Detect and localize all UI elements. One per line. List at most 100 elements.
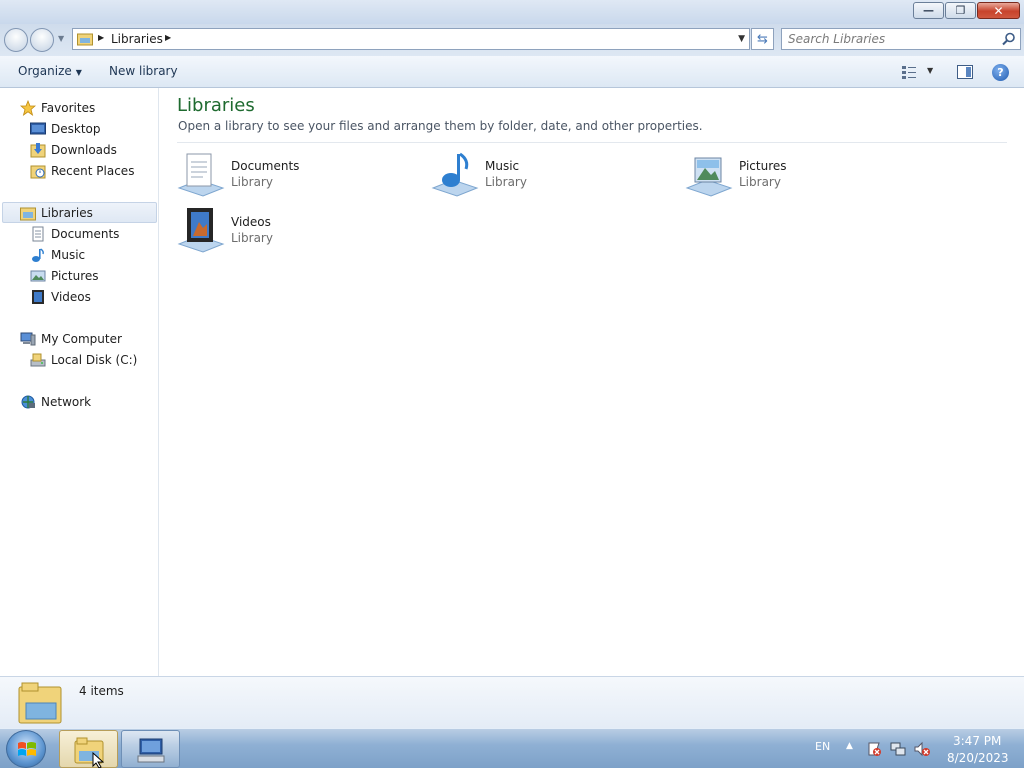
clock-time[interactable]: 3:47 PM: [953, 734, 1001, 748]
sidebar-item-libraries[interactable]: Libraries: [2, 202, 157, 223]
library-name: Documents: [231, 159, 300, 173]
sidebar-item-music[interactable]: Music: [30, 244, 85, 265]
sidebar-item-documents[interactable]: Documents: [30, 223, 119, 244]
documents-library-icon: [177, 153, 225, 197]
organize-button[interactable]: Organize ▼: [18, 64, 82, 78]
sidebar-item-network[interactable]: Network: [20, 391, 91, 412]
desktop-icon: [30, 122, 46, 134]
sidebar-item-label: Network: [41, 394, 92, 409]
recent-places-icon: [30, 165, 46, 178]
music-library-icon: [431, 152, 479, 197]
sidebar-item-favorites[interactable]: Favorites: [20, 97, 95, 118]
library-tile-documents[interactable]: Documents Library: [177, 150, 417, 202]
downloads-icon: [30, 142, 46, 157]
library-tile-pictures[interactable]: Pictures Library: [685, 150, 925, 202]
breadcrumb-root-arrow[interactable]: ▶: [98, 33, 104, 42]
library-tile-videos[interactable]: Videos Library: [177, 206, 417, 258]
videos-icon: [32, 289, 44, 304]
library-type: Library: [739, 175, 781, 189]
libraries-icon: [20, 207, 36, 220]
maximize-button[interactable]: ❐: [945, 2, 976, 19]
forward-button[interactable]: [30, 28, 54, 52]
window-controls: — ❐ ✕: [912, 2, 1020, 19]
library-type: Library: [231, 175, 273, 189]
start-button[interactable]: [6, 730, 46, 768]
sidebar-item-label: Videos: [51, 289, 91, 304]
sidebar-item-label: Local Disk (C:): [51, 352, 138, 367]
sidebar-item-pictures[interactable]: Pictures: [30, 265, 99, 286]
address-bar[interactable]: ▶ Libraries ▶ ▼: [72, 28, 750, 50]
help-button[interactable]: ?: [992, 64, 1009, 81]
recent-pages-dropdown[interactable]: ▼: [58, 34, 64, 43]
minimize-button[interactable]: —: [913, 2, 944, 19]
sidebar-item-downloads[interactable]: Downloads: [30, 139, 117, 160]
music-icon: [32, 247, 44, 262]
close-icon: ✕: [993, 3, 1004, 18]
show-hidden-icons-icon[interactable]: ▲: [846, 741, 853, 751]
network-icon: [21, 395, 35, 408]
close-button[interactable]: ✕: [977, 2, 1020, 19]
library-type: Library: [231, 231, 273, 245]
preview-pane-button[interactable]: [957, 65, 973, 79]
sidebar-item-local-disk[interactable]: Local Disk (C:): [30, 349, 137, 370]
libraries-icon: [18, 682, 62, 724]
views-dropdown-icon[interactable]: ▼: [927, 66, 933, 75]
sidebar-item-label: Recent Places: [51, 163, 135, 178]
library-type: Library: [485, 175, 527, 189]
sidebar-item-label: My Computer: [41, 331, 122, 346]
page-description: Open a library to see your files and arr…: [178, 119, 703, 133]
library-name: Pictures: [739, 159, 787, 173]
refresh-button[interactable]: ⇆: [751, 28, 774, 50]
sidebar-item-my-computer[interactable]: My Computer: [20, 328, 122, 349]
volume-muted-icon[interactable]: [914, 741, 930, 757]
new-library-button[interactable]: New library: [109, 64, 178, 78]
language-indicator[interactable]: EN: [815, 740, 830, 753]
divider: [177, 142, 1007, 143]
videos-library-icon: [177, 208, 225, 253]
pictures-library-icon: [685, 157, 733, 197]
sidebar-item-label: Downloads: [51, 142, 117, 157]
item-count: 4 items: [79, 684, 124, 698]
taskbar: EN ▲ 3:47 PM 8/20/2023: [0, 728, 1024, 768]
sidebar-item-label: Pictures: [51, 268, 99, 283]
command-toolbar: Organize ▼ New library ▼ ?: [0, 56, 1024, 88]
back-button[interactable]: [4, 28, 28, 52]
details-pane: 4 items: [0, 676, 1024, 728]
address-history-dropdown[interactable]: ▼: [738, 34, 745, 44]
page-title: Libraries: [177, 95, 255, 116]
windows-logo-icon: [18, 742, 36, 756]
minimize-icon: —: [923, 4, 934, 17]
documents-icon: [32, 226, 44, 241]
action-center-icon[interactable]: [866, 741, 882, 757]
taskbar-explorer-button[interactable]: [59, 730, 118, 768]
library-tile-music[interactable]: Music Library: [431, 150, 671, 202]
organize-label: Organize: [18, 64, 72, 78]
network-status-icon[interactable]: [890, 741, 906, 757]
star-icon: [20, 99, 36, 116]
help-icon: ?: [997, 66, 1004, 79]
search-box[interactable]: [781, 28, 1021, 50]
navigation-pane: Favorites Desktop Downloads Recent Place…: [0, 88, 159, 676]
change-view-icon[interactable]: [902, 65, 916, 79]
library-name: Music: [485, 159, 520, 173]
sidebar-item-videos[interactable]: Videos: [30, 286, 91, 307]
sidebar-item-label: Libraries: [41, 205, 93, 220]
mouse-cursor-icon: [92, 752, 104, 768]
taskbar-remote-app-button[interactable]: [121, 730, 180, 768]
sidebar-item-label: Documents: [51, 226, 120, 241]
remote-desktop-icon: [137, 738, 165, 763]
refresh-icon: ⇆: [757, 31, 768, 47]
breadcrumb-children-arrow[interactable]: ▶: [165, 33, 171, 42]
sidebar-item-desktop[interactable]: Desktop: [30, 118, 101, 139]
chevron-down-icon: ▼: [75, 68, 82, 77]
window-title-bar: — ❐ ✕: [0, 0, 1024, 24]
search-icon[interactable]: [1002, 32, 1016, 46]
sidebar-item-recent-places[interactable]: Recent Places: [30, 160, 134, 181]
library-name: Videos: [231, 215, 271, 229]
sidebar-item-label: Music: [51, 247, 86, 262]
clock-date[interactable]: 8/20/2023: [947, 751, 1009, 765]
breadcrumb-libraries[interactable]: Libraries: [111, 32, 163, 46]
drive-icon: [30, 353, 46, 366]
search-input[interactable]: [788, 31, 998, 47]
libraries-icon: [77, 33, 93, 46]
